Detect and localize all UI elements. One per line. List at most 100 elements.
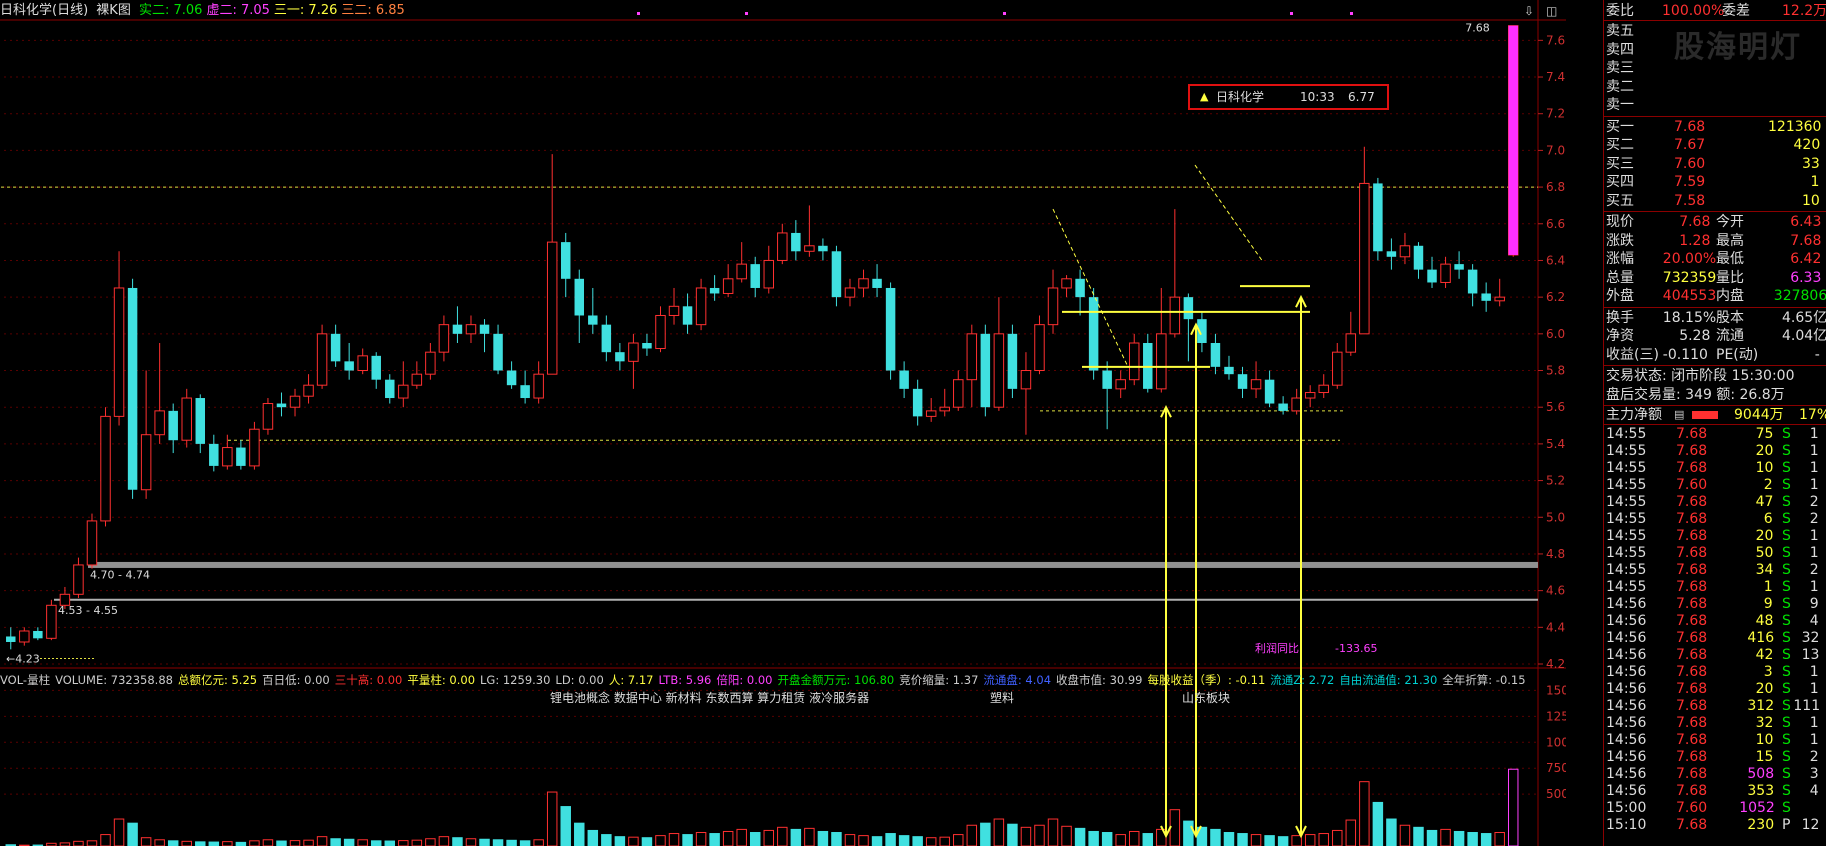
candle[interactable]	[1102, 361, 1112, 430]
candle[interactable]	[1250, 361, 1262, 399]
candle[interactable]	[1183, 293, 1194, 362]
status-row[interactable]: 交易状态: 闭市阶段 15:30:00	[1604, 367, 1826, 385]
candle[interactable]	[939, 388, 950, 417]
volume-bar[interactable]	[993, 818, 1005, 846]
candle[interactable]	[966, 324, 978, 408]
quote-row[interactable]: 涨幅 20.00% 最低 6.42	[1604, 250, 1826, 268]
volume-bar[interactable]	[655, 835, 666, 846]
candle[interactable]	[885, 282, 896, 380]
candle[interactable]	[574, 269, 585, 343]
candle[interactable]	[1318, 374, 1329, 399]
candle[interactable]	[655, 306, 666, 353]
candle[interactable]	[1359, 146, 1370, 335]
volume-bar[interactable]	[1426, 829, 1438, 846]
candle[interactable]	[736, 242, 747, 283]
candle[interactable]	[209, 434, 219, 472]
volume-bar[interactable]	[316, 836, 328, 846]
quote-row[interactable]: 涨跌 1.28 最高 7.68	[1604, 232, 1826, 250]
candle[interactable]	[953, 370, 964, 411]
volume-bar[interactable]	[167, 840, 179, 846]
candle[interactable]	[59, 586, 71, 609]
candle[interactable]	[385, 374, 395, 404]
volume-bar[interactable]	[1061, 825, 1072, 846]
candle[interactable]	[465, 315, 477, 343]
trade-row[interactable]: 14:55 7.68 1 S 1	[1604, 578, 1826, 596]
volume-bar[interactable]	[912, 836, 923, 846]
volume-bar[interactable]	[790, 828, 802, 846]
trade-row[interactable]: 14:55 7.68 6 S 2	[1604, 510, 1826, 528]
volume-bar[interactable]	[641, 837, 653, 846]
candle[interactable]	[168, 403, 178, 454]
ask-row[interactable]: 卖四	[1604, 41, 1826, 59]
volume-bar[interactable]	[533, 839, 544, 846]
volume-bar[interactable]	[574, 822, 585, 846]
candle[interactable]	[899, 361, 909, 399]
volume-bar[interactable]	[249, 840, 260, 846]
volume-bar[interactable]	[140, 837, 152, 846]
volume-bar[interactable]	[885, 833, 896, 846]
volume-bar[interactable]	[262, 839, 274, 846]
concept-tag[interactable]: 锂电池概念 数据中心 新材料 东数西算 算力租赁 液冷服务器	[550, 689, 869, 706]
candle[interactable]	[1224, 355, 1234, 380]
volume-bar[interactable]	[195, 841, 206, 846]
candle[interactable]	[1034, 315, 1045, 375]
volume-bar[interactable]	[276, 840, 287, 846]
candle[interactable]	[993, 297, 1005, 411]
candle[interactable]	[6, 627, 16, 650]
volume-bar[interactable]	[560, 806, 571, 846]
candle[interactable]	[1291, 388, 1302, 415]
volume-bar[interactable]	[370, 840, 382, 846]
ask-row[interactable]: 卖三	[1604, 59, 1826, 77]
concept-tag[interactable]: 山东板块	[1182, 689, 1230, 706]
status-row[interactable]: 盘后交易量: 349 额: 26.8万	[1604, 386, 1826, 404]
volume-bar[interactable]	[492, 839, 504, 846]
volume-bar[interactable]	[898, 835, 910, 846]
candle[interactable]	[289, 388, 301, 417]
candle[interactable]	[1427, 256, 1437, 288]
volume-bar[interactable]	[86, 840, 98, 846]
candle[interactable]	[791, 220, 801, 261]
candle[interactable]	[682, 293, 693, 334]
candle[interactable]	[520, 370, 530, 404]
candle[interactable]	[452, 306, 463, 343]
volume-bar[interactable]	[1345, 819, 1357, 846]
candle[interactable]	[493, 324, 503, 375]
volume-bar[interactable]	[208, 841, 220, 846]
candle[interactable]	[642, 333, 652, 356]
bid-row[interactable]: 买二 7.67 420	[1604, 136, 1826, 154]
candle[interactable]	[1373, 177, 1383, 261]
candle[interactable]	[912, 379, 923, 426]
volume-bar[interactable]	[303, 839, 314, 846]
volume-bar[interactable]	[966, 824, 978, 846]
volume-bar[interactable]	[736, 828, 747, 846]
candle[interactable]	[398, 361, 409, 408]
trade-row[interactable]: 14:55 7.68 50 S 1	[1604, 544, 1826, 562]
volume-bar[interactable]	[1210, 828, 1221, 846]
volume-bar[interactable]	[763, 829, 775, 846]
volume-bar[interactable]	[1440, 828, 1451, 846]
volume-bar[interactable]	[804, 827, 815, 846]
main-flow-row[interactable]: 主力净额 9044万 17% ▤	[1604, 406, 1826, 424]
volume-bar[interactable]	[925, 837, 937, 846]
trade-row[interactable]: 14:55 7.60 2 S 1	[1604, 476, 1826, 494]
quote-row[interactable]: 现价 7.68 今开 6.43	[1604, 213, 1826, 231]
volume-bar[interactable]	[1413, 826, 1424, 846]
volume-bar[interactable]	[1372, 801, 1384, 846]
volume-bar[interactable]	[519, 840, 531, 846]
volume-bar[interactable]	[113, 818, 125, 846]
candle[interactable]	[1494, 278, 1505, 307]
volume-bar[interactable]	[1291, 835, 1302, 846]
volume-bar[interactable]	[601, 834, 612, 846]
volume-bar[interactable]	[817, 830, 829, 846]
candle[interactable]	[425, 343, 436, 380]
volume-bar[interactable]	[506, 839, 517, 846]
volume-bar[interactable]	[1480, 833, 1492, 846]
bid-row[interactable]: 买一 7.68 121360	[1604, 118, 1826, 136]
candle[interactable]	[276, 392, 287, 417]
candle[interactable]	[249, 421, 260, 470]
candle[interactable]	[980, 324, 991, 417]
volume-bar[interactable]	[1467, 832, 1478, 846]
candle[interactable]	[1440, 256, 1451, 288]
candle[interactable]	[1169, 209, 1181, 338]
trade-row[interactable]: 14:56 7.68 416 S 32	[1604, 629, 1826, 647]
